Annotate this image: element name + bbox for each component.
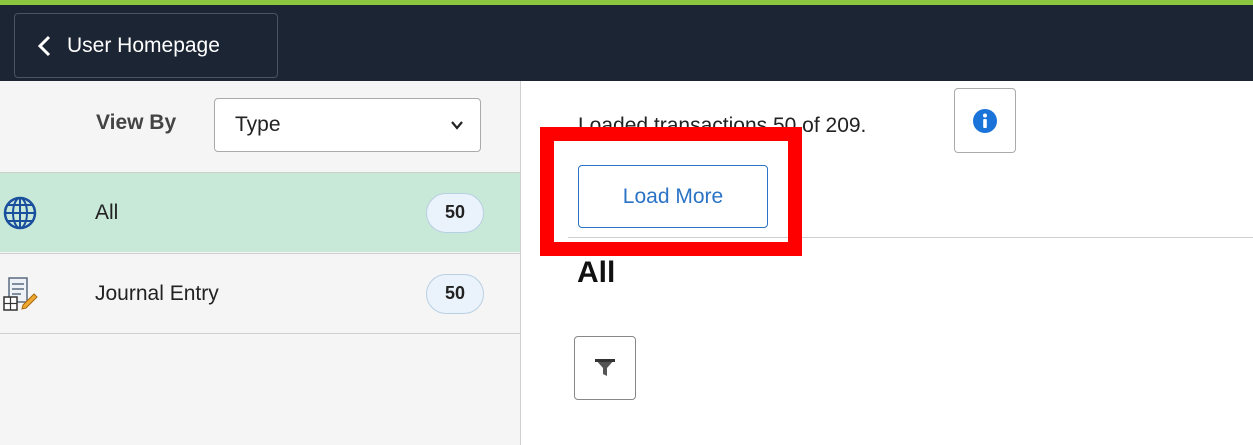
filter-icon (595, 359, 615, 376)
sidebar-divider (0, 333, 520, 334)
info-icon (973, 108, 997, 133)
count-badge: 50 (426, 273, 484, 314)
back-to-user-homepage-button[interactable]: User Homepage (14, 13, 278, 78)
main-content: Loaded transactions 50 of 209. Load More… (522, 81, 1253, 445)
globe-icon (3, 196, 37, 229)
section-divider (568, 237, 1253, 238)
load-more-button[interactable]: Load More (578, 165, 768, 228)
chevron-down-icon (451, 121, 463, 130)
sidebar-item-all[interactable]: All 50 (0, 172, 520, 252)
back-button-label: User Homepage (67, 33, 220, 57)
chevron-left-icon (37, 35, 51, 56)
view-by-select[interactable]: Type (214, 98, 481, 152)
section-title: All (577, 256, 616, 289)
sidebar-item-journal-entry[interactable]: Journal Entry 50 (0, 253, 520, 333)
sidebar: View By Type All 50 Journal Entry 50 (0, 81, 521, 445)
info-button[interactable] (954, 88, 1016, 153)
view-by-row: View By Type (0, 81, 520, 172)
filter-button[interactable] (574, 336, 636, 400)
sidebar-item-label: Journal Entry (95, 281, 219, 305)
header-bar: User Homepage (0, 5, 1253, 81)
view-by-label: View By (96, 111, 177, 134)
loaded-transactions-status: Loaded transactions 50 of 209. (578, 114, 867, 137)
sidebar-item-label: All (95, 200, 119, 224)
count-badge: 50 (426, 192, 484, 233)
view-by-selected-value: Type (235, 113, 281, 136)
journal-entry-icon (3, 276, 38, 311)
